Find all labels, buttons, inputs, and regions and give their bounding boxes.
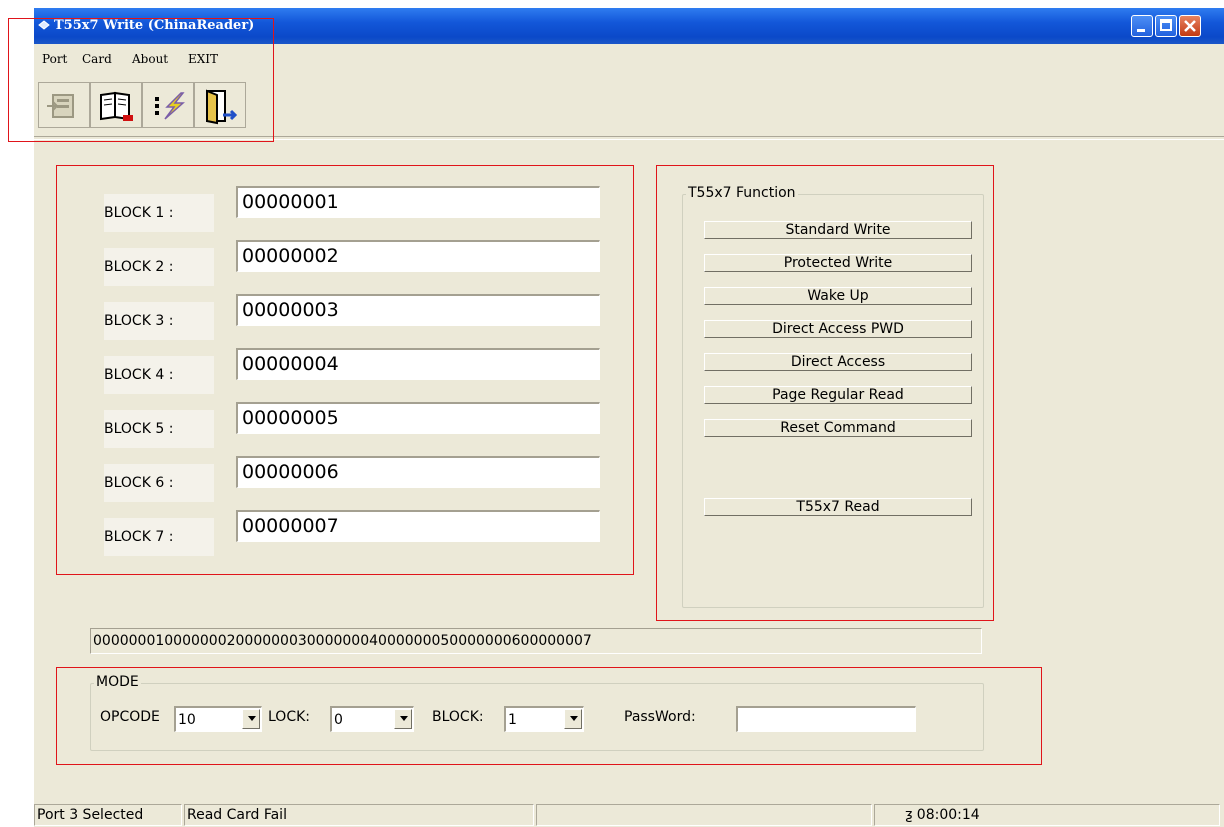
block-6-input[interactable]: 00000006 [236,456,600,488]
block-2-input[interactable]: 00000002 [236,240,600,272]
block-2-label: BLOCK 2 : [104,248,214,286]
block-select[interactable]: 1 [504,706,584,732]
menu-port[interactable]: Port [42,52,67,66]
lock-label: LOCK: [268,709,310,725]
chevron-down-icon [400,716,408,721]
write-card-button[interactable] [142,82,194,128]
direct-access-pwd-button[interactable]: Direct Access PWD [704,320,972,338]
status-card: Read Card Fail [184,804,534,826]
menu-bar: Port Card About EXIT [34,44,1224,72]
chevron-down-icon [248,716,256,721]
exit-button[interactable] [194,82,246,128]
opcode-value: 10 [178,712,196,728]
minimize-button[interactable] [1131,15,1153,37]
block-dropdown-button[interactable] [564,709,582,729]
standard-write-button[interactable]: Standard Write [704,221,972,239]
maximize-button[interactable] [1155,15,1177,37]
direct-access-button[interactable]: Direct Access [704,353,972,371]
opcode-label: OPCODE [100,709,160,725]
app-window: T55x7 Write (ChinaReader) Port Card Abou… [34,8,1224,827]
exit-door-icon [206,89,238,125]
status-time: ƺ 08:00:14 [874,804,1220,826]
block-3-label: BLOCK 3 : [104,302,214,340]
status-port: Port 3 Selected [34,804,182,826]
minimize-icon [1137,29,1145,32]
menu-card[interactable]: Card [82,52,112,66]
write-card-icon [155,92,185,120]
block-7-label: BLOCK 7 : [104,518,214,556]
mode-group-title: MODE [94,674,141,690]
block-1-input[interactable]: 00000001 [236,186,600,218]
status-bar: Port 3 Selected Read Card Fail ƺ 08:00:1… [34,802,1224,827]
block-5-label: BLOCK 5 : [104,410,214,448]
menu-exit[interactable]: EXIT [188,52,218,66]
block-6-label: BLOCK 6 : [104,464,214,502]
toolbar [34,72,294,134]
read-card-button[interactable] [90,82,142,128]
opcode-dropdown-button[interactable] [242,709,260,729]
reset-command-button[interactable]: Reset Command [704,419,972,437]
port-button[interactable] [38,82,90,128]
block-select-label: BLOCK: [432,709,484,725]
function-group-title: T55x7 Function [686,185,798,201]
card-reader-icon [38,20,50,30]
page-regular-read-button[interactable]: Page Regular Read [704,386,972,404]
protected-write-button[interactable]: Protected Write [704,254,972,272]
concatenated-data-field: 0000000100000002000000030000000400000005… [90,628,982,654]
title-bar[interactable]: T55x7 Write (ChinaReader) [34,8,1224,44]
port-icon [47,94,74,118]
block-1-label: BLOCK 1 : [104,194,214,232]
block-3-input[interactable]: 00000003 [236,294,600,326]
password-input[interactable] [736,706,916,732]
block-select-value: 1 [508,712,517,728]
block-4-input[interactable]: 00000004 [236,348,600,380]
lock-value: 0 [334,712,343,728]
window-title: T55x7 Write (ChinaReader) [54,18,255,33]
t55x7-read-button[interactable]: T55x7 Read [704,498,972,516]
maximize-icon [1160,19,1172,31]
block-4-label: BLOCK 4 : [104,356,214,394]
status-empty [536,804,872,826]
lock-select[interactable]: 0 [330,706,414,732]
menu-about[interactable]: About [132,52,168,66]
block-5-input[interactable]: 00000005 [236,402,600,434]
lock-dropdown-button[interactable] [394,709,412,729]
wake-up-button[interactable]: Wake Up [704,287,972,305]
close-button[interactable] [1179,15,1201,37]
password-label: PassWord: [624,709,696,725]
read-card-icon [100,91,133,121]
chevron-down-icon [570,716,578,721]
opcode-select[interactable]: 10 [174,706,262,732]
close-icon [1184,20,1196,32]
toolbar-divider [34,136,1224,140]
block-7-input[interactable]: 00000007 [236,510,600,542]
